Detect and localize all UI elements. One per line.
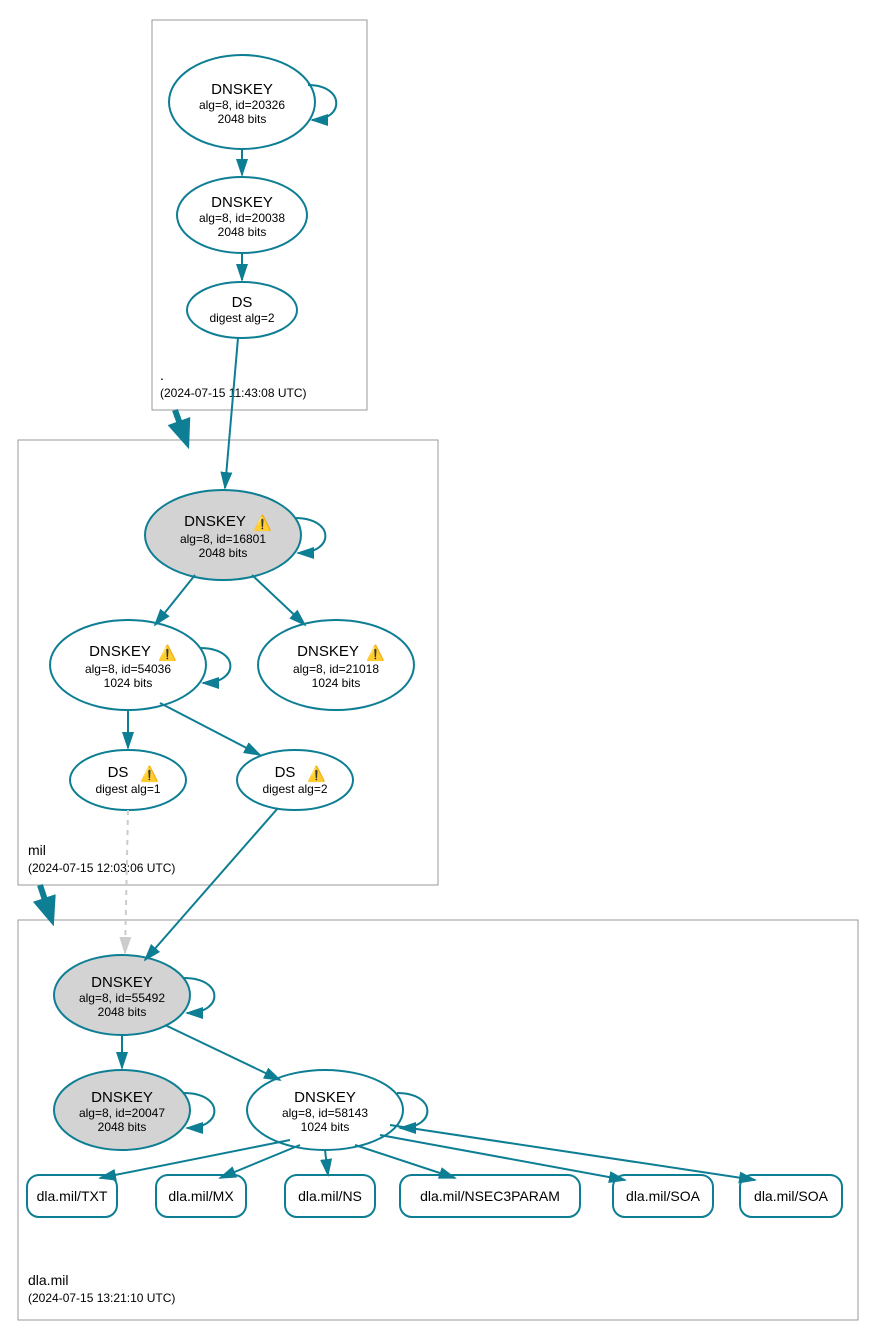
edge-dlaksk-zsk bbox=[165, 1025, 280, 1080]
edge-milksk-zsk1 bbox=[155, 575, 195, 625]
edge-zsk-soa2 bbox=[390, 1125, 755, 1180]
dla-ksk-title: DNSKEY bbox=[91, 974, 153, 991]
root-ksk-line2: 2048 bits bbox=[218, 112, 267, 126]
mil-zsk2-title: DNSKEY bbox=[297, 643, 359, 660]
dla-zsk-line2: 1024 bits bbox=[301, 1120, 350, 1134]
node-mil-zsk2: DNSKEY ⚠️ alg=8, id=21018 1024 bits bbox=[258, 620, 414, 710]
edge-thick-root-mil bbox=[175, 410, 185, 438]
warning-icon: ⚠️ bbox=[158, 644, 177, 662]
mil-ds2-line1: digest alg=2 bbox=[262, 782, 327, 796]
edge-zsk-ns bbox=[325, 1150, 328, 1175]
mil-zsk2-line1: alg=8, id=21018 bbox=[293, 662, 379, 676]
dla-zsk-line1: alg=8, id=58143 bbox=[282, 1106, 368, 1120]
node-mil-ds1: DS ⚠️ digest alg=1 bbox=[70, 750, 186, 810]
edge-ds2-dlaksk bbox=[145, 808, 278, 960]
zone-mil-name: mil bbox=[28, 842, 46, 858]
rr-mx-label: dla.mil/MX bbox=[168, 1188, 234, 1204]
mil-ksk-line2: 2048 bits bbox=[199, 546, 248, 560]
mil-ds2-title: DS bbox=[275, 764, 296, 781]
node-dla-zsk: DNSKEY alg=8, id=58143 1024 bits bbox=[247, 1070, 403, 1150]
root-ksk-title: DNSKEY bbox=[211, 81, 273, 98]
rr-soa2-label: dla.mil/SOA bbox=[754, 1188, 829, 1204]
dla-key2-line2: 2048 bits bbox=[98, 1120, 147, 1134]
warning-icon: ⚠️ bbox=[140, 765, 159, 783]
edge-thick-mil-dla bbox=[40, 885, 50, 915]
node-mil-ksk: DNSKEY ⚠️ alg=8, id=16801 2048 bits bbox=[145, 490, 301, 580]
node-dla-key2: DNSKEY alg=8, id=20047 2048 bits bbox=[54, 1070, 190, 1150]
root-ksk-line1: alg=8, id=20326 bbox=[199, 98, 285, 112]
edge-milksk-zsk2 bbox=[252, 575, 305, 625]
mil-ds1-line1: digest alg=1 bbox=[95, 782, 160, 796]
mil-zsk2-line2: 1024 bits bbox=[312, 676, 361, 690]
root-zsk-line1: alg=8, id=20038 bbox=[199, 211, 285, 225]
mil-ds1-title: DS bbox=[108, 764, 129, 781]
root-ds-line1: digest alg=2 bbox=[209, 311, 274, 325]
node-dla-ksk: DNSKEY alg=8, id=55492 2048 bits bbox=[54, 955, 190, 1035]
zone-root-name: . bbox=[160, 367, 164, 383]
edge-zsk1-ds2 bbox=[160, 703, 260, 755]
rr-nsec3p-label: dla.mil/NSEC3PARAM bbox=[420, 1188, 560, 1204]
dla-key2-line1: alg=8, id=20047 bbox=[79, 1106, 165, 1120]
rr-ns-label: dla.mil/NS bbox=[298, 1188, 362, 1204]
dla-ksk-line1: alg=8, id=55492 bbox=[79, 991, 165, 1005]
dla-zsk-title: DNSKEY bbox=[294, 1089, 356, 1106]
edge-rootds-milksk bbox=[225, 338, 238, 488]
dla-ksk-line2: 2048 bits bbox=[98, 1005, 147, 1019]
mil-zsk1-line1: alg=8, id=54036 bbox=[85, 662, 171, 676]
edge-zsk-nsec3 bbox=[355, 1145, 455, 1178]
warning-icon: ⚠️ bbox=[253, 514, 272, 532]
rr-soa1-label: dla.mil/SOA bbox=[626, 1188, 701, 1204]
edge-ds1-dlaksk-dashed bbox=[125, 810, 128, 953]
node-root-ds: DS digest alg=2 bbox=[187, 282, 297, 338]
root-zsk-line2: 2048 bits bbox=[218, 225, 267, 239]
warning-icon: ⚠️ bbox=[366, 644, 385, 662]
node-mil-zsk1: DNSKEY ⚠️ alg=8, id=54036 1024 bits bbox=[50, 620, 206, 710]
node-root-ksk: DNSKEY alg=8, id=20326 2048 bits bbox=[169, 55, 315, 149]
mil-zsk1-title: DNSKEY bbox=[89, 643, 151, 660]
mil-ksk-title: DNSKEY bbox=[184, 513, 246, 530]
zone-dla-time: (2024-07-15 13:21:10 UTC) bbox=[28, 1291, 175, 1305]
mil-ksk-line1: alg=8, id=16801 bbox=[180, 532, 266, 546]
dla-key2-title: DNSKEY bbox=[91, 1089, 153, 1106]
node-mil-ds2: DS ⚠️ digest alg=2 bbox=[237, 750, 353, 810]
node-root-zsk: DNSKEY alg=8, id=20038 2048 bits bbox=[177, 177, 307, 253]
edge-zsk-mx bbox=[220, 1145, 300, 1178]
mil-zsk1-line2: 1024 bits bbox=[104, 676, 153, 690]
root-zsk-title: DNSKEY bbox=[211, 194, 273, 211]
warning-icon: ⚠️ bbox=[307, 765, 326, 783]
zone-mil-time: (2024-07-15 12:03:06 UTC) bbox=[28, 861, 175, 875]
root-ds-title: DS bbox=[232, 294, 253, 311]
rr-txt-label: dla.mil/TXT bbox=[37, 1188, 108, 1204]
zone-dla-name: dla.mil bbox=[28, 1272, 68, 1288]
